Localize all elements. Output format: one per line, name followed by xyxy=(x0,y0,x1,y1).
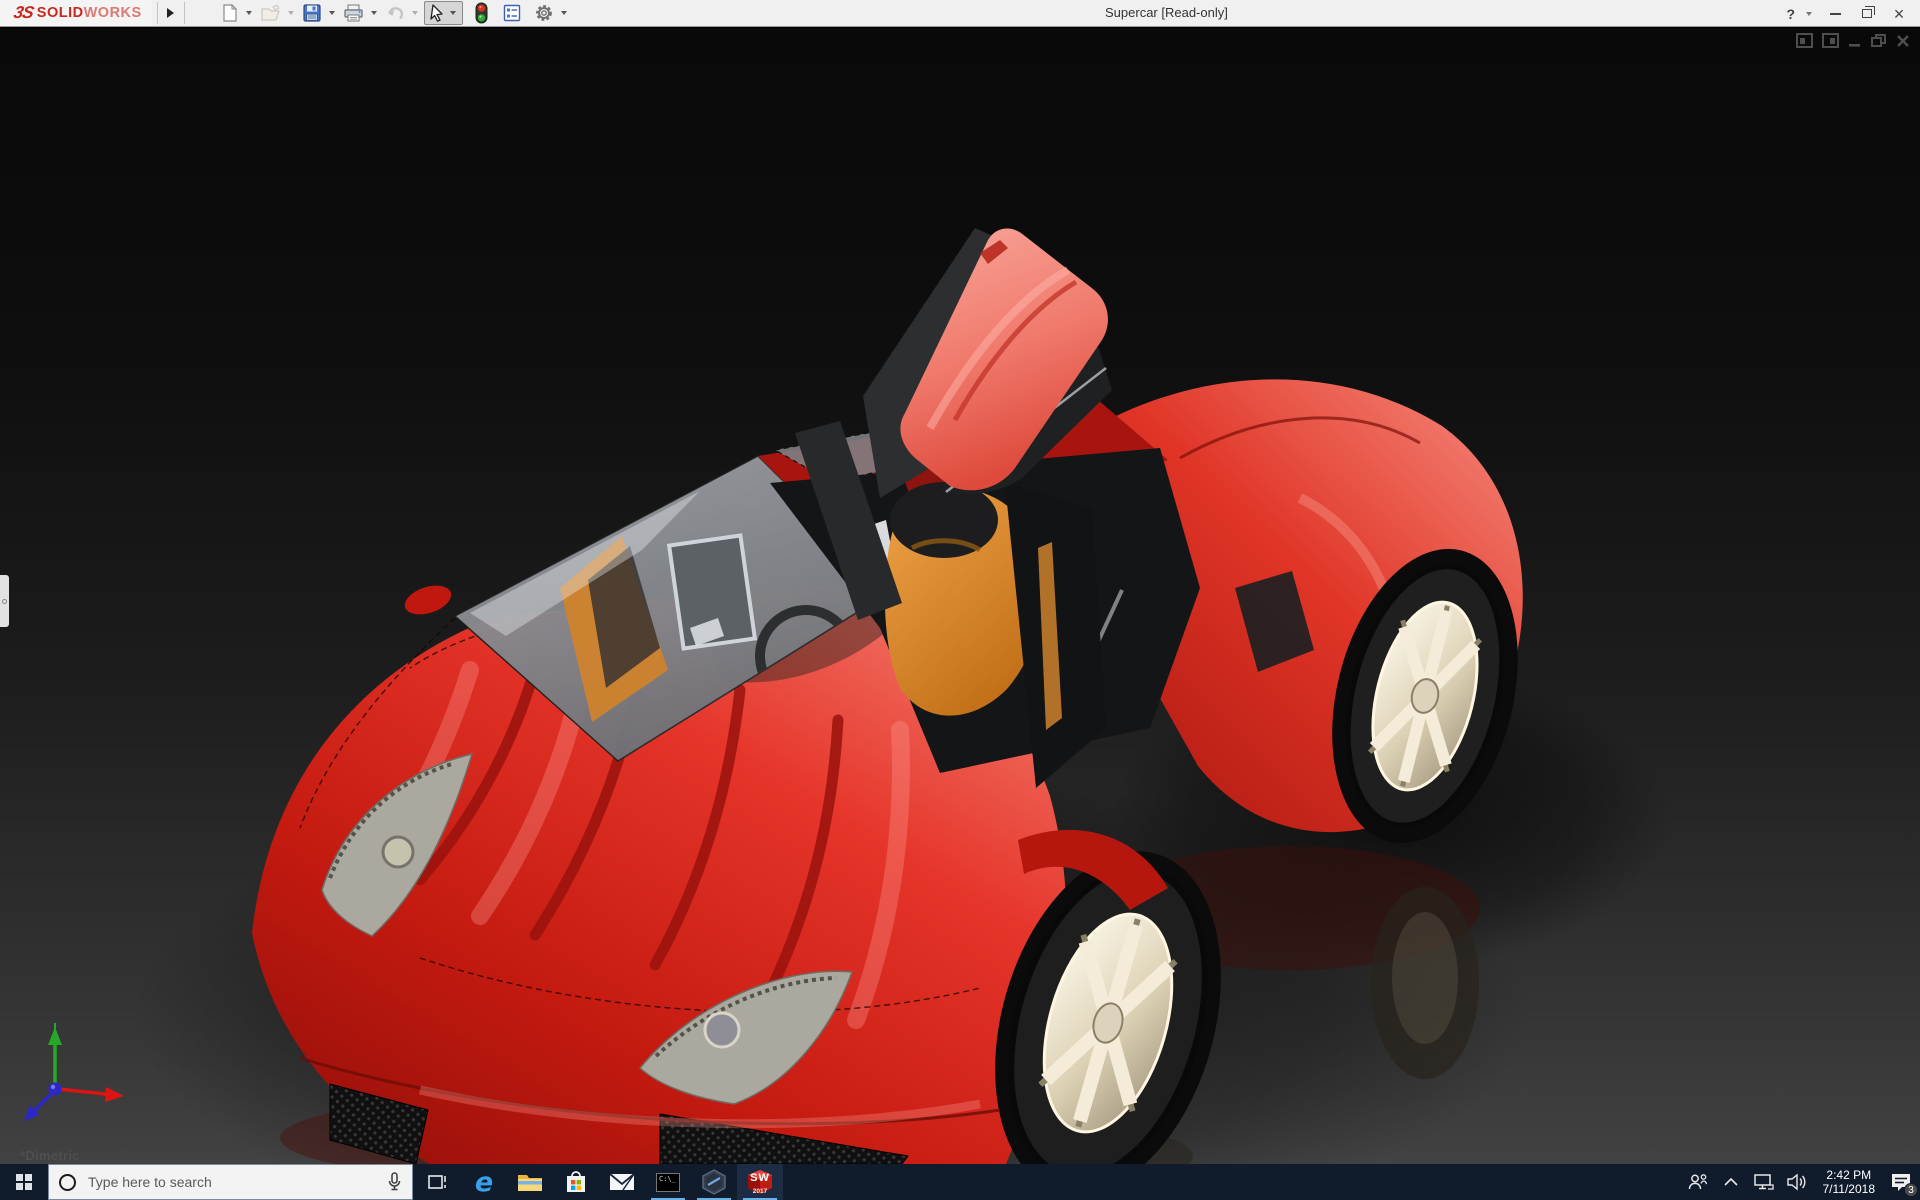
open-button[interactable] xyxy=(258,2,283,24)
select-tool-dropdown[interactable] xyxy=(450,11,456,15)
restore-icon xyxy=(1862,9,1872,18)
toolbar-separator xyxy=(157,2,158,24)
display-pane-icon[interactable] xyxy=(1796,33,1813,48)
mail-button[interactable] xyxy=(599,1164,645,1200)
play-arrow-icon xyxy=(167,8,174,18)
solidworks-taskbar-button[interactable]: SW 2017 xyxy=(737,1164,783,1200)
network-icon xyxy=(1753,1173,1775,1191)
system-tray: 2:42 PM 7/11/2018 3 xyxy=(1685,1164,1920,1200)
doc-minimize-icon[interactable] xyxy=(1848,33,1862,48)
minimize-button[interactable] xyxy=(1822,3,1848,25)
volume-icon xyxy=(1786,1173,1808,1191)
file-explorer-button[interactable] xyxy=(507,1164,553,1200)
restore-button[interactable] xyxy=(1854,3,1880,25)
open-icon xyxy=(260,3,281,23)
close-button[interactable]: × xyxy=(1886,3,1912,25)
file-properties-button[interactable] xyxy=(500,2,524,24)
minimize-icon xyxy=(1830,13,1841,15)
rebuild-button[interactable] xyxy=(473,1,490,25)
save-dropdown[interactable] xyxy=(329,11,335,15)
new-document-dropdown[interactable] xyxy=(246,11,252,15)
options-button[interactable] xyxy=(532,2,556,24)
solidworks-2017-icon: SW 2017 xyxy=(747,1169,773,1195)
command-prompt-button[interactable]: C:\_ xyxy=(645,1164,691,1200)
task-view-icon xyxy=(428,1173,448,1191)
notification-badge: 3 xyxy=(1904,1183,1918,1197)
store-button[interactable] xyxy=(553,1164,599,1200)
search-input[interactable] xyxy=(86,1173,377,1191)
titlebar-controls: ? × xyxy=(1784,0,1912,27)
tab-dot-icon xyxy=(2,599,7,604)
solidworks-logo: 3S SOLIDWORKS xyxy=(0,0,152,26)
document-window-controls xyxy=(1796,33,1910,48)
options-gear-icon xyxy=(534,3,554,23)
taskbar-apps: e C: xyxy=(415,1164,783,1200)
edge-button[interactable]: e xyxy=(461,1164,507,1200)
open-dropdown[interactable] xyxy=(288,11,294,15)
task-view-button[interactable] xyxy=(415,1164,461,1200)
mail-icon xyxy=(609,1172,635,1192)
network-button[interactable] xyxy=(1751,1164,1777,1200)
seat-headrest xyxy=(890,482,998,558)
help-button[interactable]: ? xyxy=(1784,6,1797,22)
display-pane-2-icon[interactable] xyxy=(1822,33,1839,48)
print-icon xyxy=(343,3,364,23)
undo-dropdown[interactable] xyxy=(412,11,418,15)
wing-mirror xyxy=(401,580,455,620)
doc-close-icon[interactable] xyxy=(1896,33,1910,48)
undo-icon xyxy=(385,3,405,23)
print-dropdown[interactable] xyxy=(371,11,377,15)
people-button[interactable] xyxy=(1685,1164,1711,1200)
taskbar: e C: xyxy=(0,1164,1920,1200)
edge-icon: e xyxy=(475,1169,493,1196)
people-icon xyxy=(1687,1173,1709,1191)
undo-button[interactable] xyxy=(383,2,407,24)
clock-time: 2:42 PM xyxy=(1823,1168,1876,1182)
action-center-button[interactable]: 3 xyxy=(1888,1164,1914,1200)
start-button[interactable] xyxy=(0,1164,48,1200)
solidworks-logo-text-bold: SOLID xyxy=(37,5,84,21)
chevron-up-icon xyxy=(1723,1177,1739,1187)
solidworks-logo-mark-icon: 3S xyxy=(12,3,35,23)
select-tool-button[interactable] xyxy=(424,1,463,25)
options-dropdown[interactable] xyxy=(561,11,567,15)
doc-restore-icon[interactable] xyxy=(1871,33,1887,48)
standard-toolbar xyxy=(218,1,571,25)
save-icon xyxy=(302,3,322,23)
volume-button[interactable] xyxy=(1784,1164,1810,1200)
print-button[interactable] xyxy=(341,2,366,24)
select-cursor-icon xyxy=(427,3,447,23)
rebuild-traffic-light-icon xyxy=(475,2,488,24)
menu-flyout-button[interactable] xyxy=(163,3,179,23)
titlebar: 3S SOLIDWORKS xyxy=(0,0,1920,27)
solidworks-logo-text-light: WORKS xyxy=(84,5,142,21)
file-explorer-icon xyxy=(517,1171,543,1193)
window-title: Supercar [Read-only] xyxy=(1105,0,1228,27)
close-icon: × xyxy=(1894,5,1905,23)
command-prompt-icon: C:\_ xyxy=(656,1173,680,1192)
cortana-icon xyxy=(59,1174,76,1191)
view-orientation-label: *Dimetric xyxy=(20,1148,80,1163)
graphics-viewport[interactable]: *Dimetric xyxy=(0,28,1920,1164)
microphone-icon[interactable] xyxy=(387,1172,402,1192)
file-properties-icon xyxy=(502,3,522,23)
tray-overflow-button[interactable] xyxy=(1718,1164,1744,1200)
new-document-icon xyxy=(220,3,239,23)
edrawings-hexagon-icon xyxy=(701,1169,727,1195)
taskbar-clock[interactable]: 2:42 PM 7/11/2018 xyxy=(1817,1168,1882,1196)
edrawings-button[interactable] xyxy=(691,1164,737,1200)
clock-date: 7/11/2018 xyxy=(1823,1182,1876,1196)
save-button[interactable] xyxy=(300,2,324,24)
new-document-button[interactable] xyxy=(218,2,241,24)
reference-triad-icon xyxy=(12,1015,132,1130)
feature-manager-collapsed-tab[interactable] xyxy=(0,575,9,627)
store-icon xyxy=(564,1170,588,1194)
toolbar-separator xyxy=(184,2,185,24)
help-dropdown[interactable] xyxy=(1806,12,1812,16)
taskbar-search[interactable] xyxy=(48,1164,413,1200)
car-model[interactable] xyxy=(0,28,1920,1164)
windows-logo-icon xyxy=(16,1174,32,1190)
